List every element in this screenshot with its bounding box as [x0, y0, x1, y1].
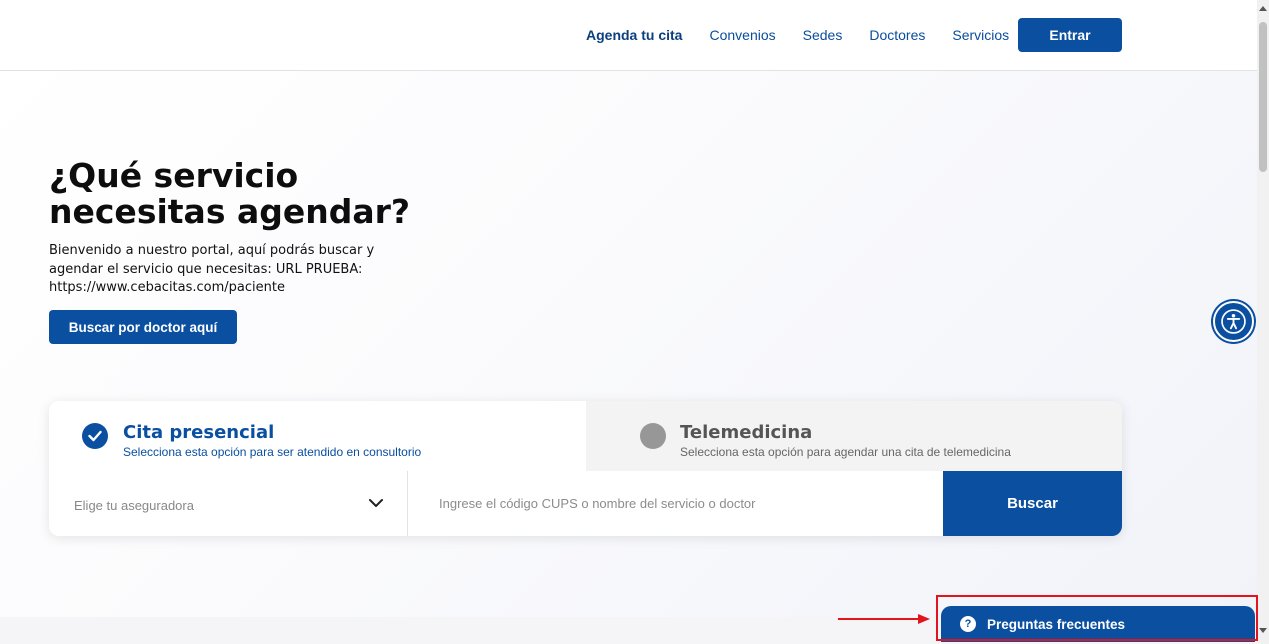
- main-nav: Agenda tu cita Convenios Sedes Doctores …: [586, 0, 1009, 70]
- chevron-down-icon: [369, 499, 383, 507]
- scroll-up-icon[interactable]: [1259, 5, 1267, 11]
- search-by-doctor-button[interactable]: Buscar por doctor aquí: [49, 310, 237, 344]
- tab-telemedicina[interactable]: Telemedicina Selecciona esta opción para…: [586, 401, 1122, 471]
- desc-line-2: agendar el servicio que necesitas: URL P…: [49, 261, 363, 277]
- hero-description: Bienvenido a nuestro portal, aquí podrás…: [49, 242, 389, 298]
- login-button[interactable]: Entrar: [1018, 18, 1122, 52]
- scrollbar[interactable]: [1257, 0, 1269, 644]
- search-button[interactable]: Buscar: [943, 471, 1122, 536]
- accessibility-icon: [1221, 309, 1246, 334]
- title-line-1: ¿Qué servicio: [49, 156, 299, 195]
- desc-line-3: https://www.cebacitas.com/paciente: [49, 280, 285, 295]
- tab-title: Telemedicina: [680, 422, 813, 443]
- scroll-thumb[interactable]: [1259, 22, 1267, 172]
- scroll-down-icon[interactable]: [1259, 628, 1267, 634]
- title-line-2: necesitas agendar?: [49, 192, 411, 231]
- desc-line-1: Bienvenido a nuestro portal, aquí podrás…: [49, 243, 375, 258]
- search-input[interactable]: [408, 471, 943, 536]
- check-icon: [82, 423, 108, 449]
- insurer-select[interactable]: Elige tu aseguradora: [49, 471, 408, 536]
- tab-subtitle: Selecciona esta opción para agendar una …: [680, 445, 1011, 459]
- arrow-annotation-icon: [838, 614, 930, 624]
- highlight-annotation: [936, 595, 1258, 641]
- accessibility-button[interactable]: [1213, 301, 1254, 342]
- search-row: Elige tu aseguradora Buscar: [49, 471, 1122, 536]
- nav-servicios[interactable]: Servicios: [952, 27, 1009, 43]
- insurer-placeholder: Elige tu aseguradora: [74, 498, 194, 513]
- radio-unselected-icon: [640, 423, 666, 449]
- nav-convenios[interactable]: Convenios: [709, 27, 775, 43]
- page-title: ¿Qué servicio necesitas agendar?: [49, 158, 469, 230]
- nav-sedes[interactable]: Sedes: [803, 27, 843, 43]
- nav-doctores[interactable]: Doctores: [869, 27, 925, 43]
- tab-cita-presencial[interactable]: Cita presencial Selecciona esta opción p…: [49, 401, 586, 471]
- tab-subtitle: Selecciona esta opción para ser atendido…: [123, 445, 422, 459]
- tab-title: Cita presencial: [123, 422, 275, 443]
- search-card: Cita presencial Selecciona esta opción p…: [49, 401, 1122, 536]
- nav-agenda-tu-cita[interactable]: Agenda tu cita: [586, 27, 682, 43]
- site-header: Agenda tu cita Convenios Sedes Doctores …: [0, 0, 1257, 71]
